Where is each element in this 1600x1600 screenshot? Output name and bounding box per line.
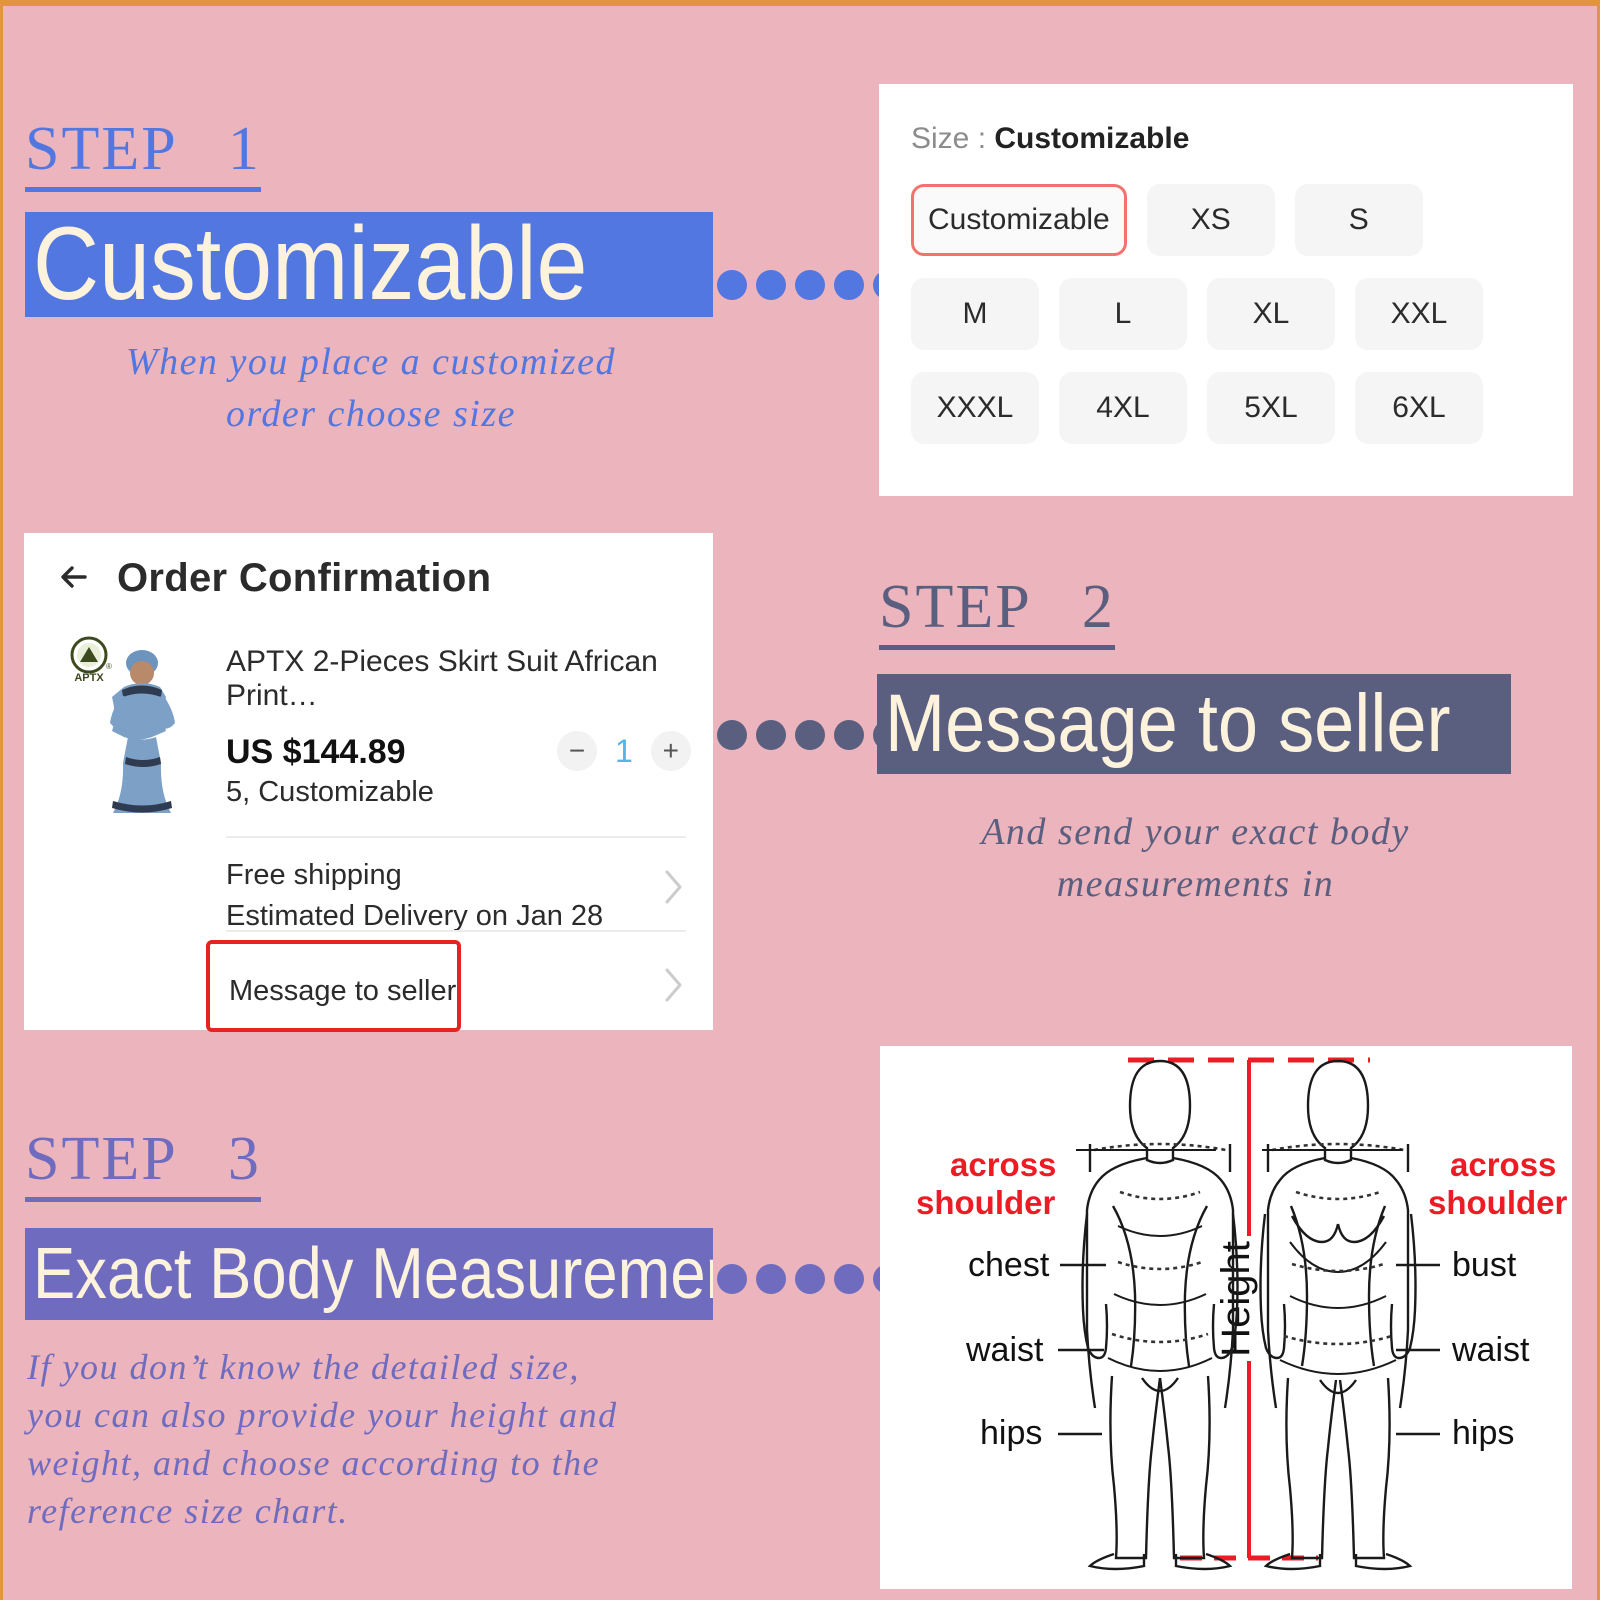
shipping-line-1: Free shipping xyxy=(226,859,402,891)
step-2-headline-band: Message to seller xyxy=(877,674,1511,774)
step-2-caption: And send your exact body measurements in xyxy=(981,811,1410,906)
size-option-s[interactable]: S xyxy=(1294,184,1423,256)
order-confirmation-title: Order Confirmation xyxy=(117,556,492,600)
size-options-row-2: M L XL XXL xyxy=(911,278,1551,350)
step-2-headline: Message to seller xyxy=(885,678,1451,769)
size-title-label: Size : xyxy=(911,122,995,155)
size-option-4xl[interactable]: 4XL xyxy=(1059,372,1187,444)
step-3-caption: If you don’t know the detailed size, you… xyxy=(27,1347,618,1531)
label-waist-left: waist xyxy=(965,1331,1044,1369)
size-option-xs[interactable]: XS xyxy=(1146,184,1275,256)
size-selector-card: Size : Customizable Customizable XS S M … xyxy=(879,84,1573,496)
shipping-row[interactable]: Free shipping Estimated Delivery on Jan … xyxy=(226,855,646,937)
size-option-xxxl[interactable]: XXXL xyxy=(911,372,1039,444)
step-2-connector-dots xyxy=(717,720,903,750)
label-hips-right: hips xyxy=(1452,1414,1514,1452)
label-across-right: across xyxy=(1450,1146,1556,1183)
step-1-caption: When you place a customized order choose… xyxy=(125,341,617,436)
product-thumbnail[interactable]: APTX ® xyxy=(66,633,221,813)
label-across-left: across xyxy=(950,1146,1056,1183)
step-3-headline: Exact Body Measurements xyxy=(33,1234,713,1314)
step-1-headline: Customizable xyxy=(33,212,588,317)
svg-text:®: ® xyxy=(106,662,112,671)
step-1-label: STEP 1 xyxy=(25,117,261,193)
step-2-label: STEP 2 xyxy=(879,575,1115,651)
label-hips-left: hips xyxy=(980,1414,1042,1452)
message-chevron-icon[interactable] xyxy=(663,965,685,1012)
body-measurement-svg: Height across shoulder chest waist hips … xyxy=(880,1046,1572,1589)
size-option-customizable[interactable]: Customizable xyxy=(911,184,1127,256)
quantity-value: 1 xyxy=(615,732,633,769)
product-name: APTX 2-Pieces Skirt Suit African Print… xyxy=(226,645,658,712)
step-1-connector-dots xyxy=(717,270,903,300)
label-chest: chest xyxy=(968,1246,1050,1284)
svg-text:APTX: APTX xyxy=(74,672,104,684)
step-3-label: STEP 3 xyxy=(25,1127,261,1203)
step-1-block: STEP 1 xyxy=(25,117,261,193)
size-option-5xl[interactable]: 5XL xyxy=(1207,372,1335,444)
label-shoulder-left: shoulder xyxy=(916,1184,1056,1221)
product-variant: 5, Customizable xyxy=(226,776,434,808)
label-shoulder-right: shoulder xyxy=(1428,1184,1568,1221)
step-3-headline-band: Exact Body Measurements xyxy=(25,1228,713,1320)
back-arrow-icon[interactable] xyxy=(52,555,96,599)
divider-shipping xyxy=(226,930,686,932)
quantity-stepper[interactable]: − 1 + xyxy=(557,731,691,771)
step-3-connector-dots xyxy=(717,1264,903,1294)
size-options-row-3: XXXL 4XL 5XL 6XL xyxy=(911,372,1551,444)
size-option-xl[interactable]: XL xyxy=(1207,278,1335,350)
product-price: US $144.89 xyxy=(226,733,406,771)
label-waist-right: waist xyxy=(1451,1331,1530,1369)
label-bust: bust xyxy=(1452,1246,1517,1284)
size-title: Size : Customizable xyxy=(911,122,1573,156)
message-to-seller-highlight xyxy=(206,940,461,1032)
size-option-m[interactable]: M xyxy=(911,278,1039,350)
body-measurement-diagram: Height across shoulder chest waist hips … xyxy=(880,1046,1572,1589)
shipping-chevron-icon[interactable] xyxy=(663,867,685,914)
step-1-headline-band: Customizable xyxy=(25,212,713,317)
size-option-6xl[interactable]: 6XL xyxy=(1355,372,1483,444)
step-3-block: STEP 3 xyxy=(25,1127,261,1203)
size-title-value: Customizable xyxy=(994,122,1190,155)
size-options-row-1: Customizable XS S xyxy=(911,184,1551,256)
step-2-block: STEP 2 xyxy=(879,575,1115,651)
size-option-xxl[interactable]: XXL xyxy=(1355,278,1483,350)
quantity-increase-button[interactable]: + xyxy=(650,731,691,771)
quantity-decrease-button[interactable]: − xyxy=(557,731,597,771)
divider-product xyxy=(226,836,686,838)
size-option-l[interactable]: L xyxy=(1059,278,1187,350)
